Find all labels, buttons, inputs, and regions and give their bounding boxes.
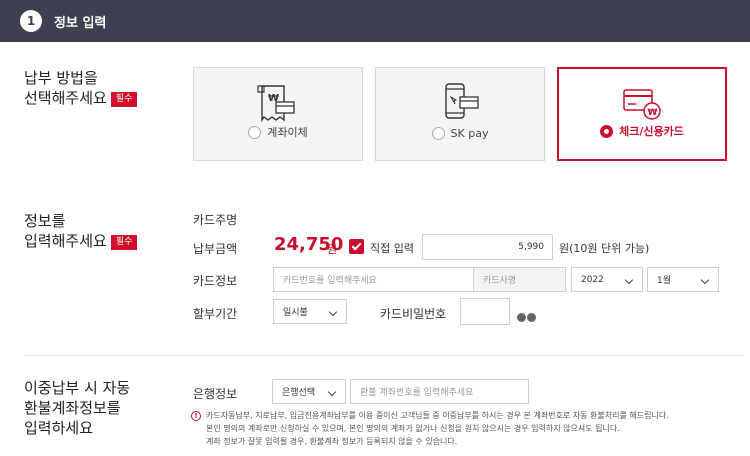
bank-transfer-label: 계좌이체 xyxy=(267,126,308,139)
installment-select[interactable]: 일시불 xyxy=(273,299,347,324)
bank-transfer-radio[interactable] xyxy=(248,125,262,139)
amount-unit: 원 xyxy=(327,243,338,256)
direct-input-amount-field[interactable]: 5,990 xyxy=(422,234,553,260)
card-owner-label: 카드주명 xyxy=(193,213,238,227)
expiry-year-select[interactable]: 2022 xyxy=(571,267,643,292)
info-input-title-line1: 정보를 xyxy=(24,212,66,230)
amount-label: 납부금액 xyxy=(193,242,238,256)
payment-option-bank-transfer[interactable]: ₩ 계좌이체 xyxy=(193,67,363,161)
card-info-label: 카드정보 xyxy=(193,274,238,288)
svg-text:₩: ₩ xyxy=(648,108,658,118)
bank-info-label: 은행정보 xyxy=(193,387,238,401)
card-password-input[interactable] xyxy=(460,298,510,325)
mobile-pay-icon xyxy=(445,83,479,119)
password-dot xyxy=(517,313,526,322)
refund-title-line3: 입력하세요 xyxy=(24,419,94,437)
credit-card-label: 체크/신용카드 xyxy=(619,125,684,138)
installment-label: 할부기간 xyxy=(193,307,238,321)
payment-method-title: 납부 방법을 선택해주세요 필수 xyxy=(24,68,138,108)
credit-card-icon: ₩ xyxy=(623,89,661,120)
direct-input-hint: 원(10원 단위 가능) xyxy=(559,242,650,255)
password-dot xyxy=(527,313,536,322)
card-company-field[interactable]: 카드사명 xyxy=(473,267,566,292)
sk-pay-label: SK pay xyxy=(450,127,489,140)
info-icon: ! xyxy=(191,411,201,421)
sk-pay-radio-label[interactable]: SK pay xyxy=(376,127,544,140)
payment-option-sk-pay[interactable]: SK pay xyxy=(375,67,545,161)
refund-title-line1: 이중납부 시 자동 xyxy=(24,379,131,397)
refund-account-input[interactable]: 환불 계좌번호를 입력해주세요 xyxy=(350,379,529,404)
notice-line1: 카드자동납부, 지로납부, 입금전용계좌납부를 이용 중이신 고객님들 중 이중… xyxy=(206,411,669,420)
sk-pay-radio[interactable] xyxy=(431,127,445,140)
section-divider xyxy=(24,355,744,356)
step-number-badge: 1 xyxy=(20,10,42,32)
password-dots xyxy=(517,307,537,326)
refund-notice: ! 카드자동납부, 지로납부, 입금전용계좌납부를 이용 중이신 고객님들 중 … xyxy=(191,409,743,448)
section-header-title: 정보 입력 xyxy=(54,15,107,31)
notice-line3: 계좌 정보가 잘못 입력될 경우, 환불계좌 정보가 등록되지 않을 수 있습니… xyxy=(206,437,458,446)
expiry-month-select[interactable]: 1월 xyxy=(647,267,719,292)
notice-line2: 본인 명의의 계좌로만 신청하실 수 있으며, 본인 명의의 계좌가 없거나 신… xyxy=(206,424,620,433)
card-number-input[interactable]: 카드번호를 입력해주세요 xyxy=(273,267,474,292)
required-badge: 필수 xyxy=(110,92,138,107)
info-input-title-line2: 입력해주세요 xyxy=(24,232,107,250)
direct-input-label: 직접 입력 xyxy=(370,242,414,255)
refund-account-title: 이중납부 시 자동 환불계좌정보를 입력하세요 xyxy=(24,378,130,438)
info-input-title: 정보를 입력해주세요 필수 xyxy=(24,211,138,251)
credit-card-radio[interactable] xyxy=(600,124,614,138)
direct-input-checkbox[interactable] xyxy=(349,239,364,254)
credit-card-radio-label[interactable]: 체크/신용카드 xyxy=(559,123,725,139)
refund-title-line2: 환불계좌정보를 xyxy=(24,399,121,417)
bank-transfer-icon: ₩ xyxy=(257,85,295,123)
payment-option-credit-card[interactable]: ₩ 체크/신용카드 xyxy=(557,67,727,161)
section-header: 1 정보 입력 xyxy=(0,0,750,42)
bank-select[interactable]: 은행선택 xyxy=(272,379,346,404)
card-password-label: 카드비밀번호 xyxy=(380,307,447,321)
required-badge: 필수 xyxy=(110,235,138,250)
payment-method-title-line2: 선택해주세요 xyxy=(24,89,107,107)
payment-method-title-line1: 납부 방법을 xyxy=(24,69,98,87)
bank-transfer-radio-label[interactable]: 계좌이체 xyxy=(194,124,362,140)
